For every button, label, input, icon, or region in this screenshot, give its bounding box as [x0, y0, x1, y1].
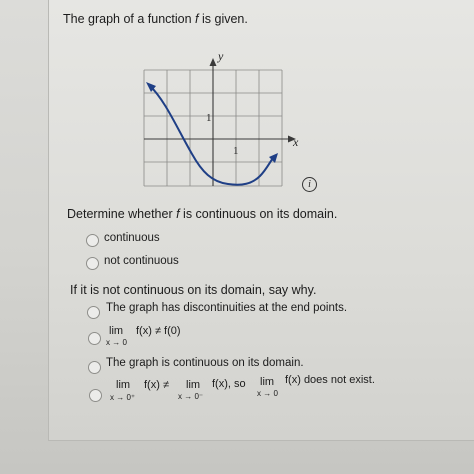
option-b-label: lim x → 0 f(x) ≠ f(0): [104, 322, 224, 352]
option-not-continuous-label: not continuous: [104, 255, 179, 267]
function-curve: [149, 85, 274, 186]
part1-prefix: Determine whether: [67, 207, 177, 221]
x-tick-label: 1: [233, 145, 239, 157]
graph-axes: [144, 64, 290, 186]
option-continuous-label: continuous: [104, 232, 160, 244]
x-axis-label: x: [292, 135, 299, 149]
part2-prompt: If it is not continuous on its domain, s…: [70, 283, 317, 297]
option-d-lim3-sub: x → 0: [257, 389, 278, 398]
part1-prompt: Determine whether f is continuous on its…: [67, 207, 337, 221]
radio-option-d[interactable]: [89, 389, 102, 402]
part1-suffix: is continuous on its domain.: [179, 207, 338, 221]
option-b-lim-sub: x → 0: [106, 338, 127, 347]
option-d-label: lim x → 0⁺ f(x) ≠ lim x → 0⁻ f(x), so li…: [104, 370, 394, 406]
option-d-lim1-sub: x → 0⁺: [110, 393, 136, 402]
option-a-label: The graph has discontinuities at the end…: [106, 302, 348, 314]
option-c-label: The graph is continuous on its domain.: [106, 357, 304, 369]
radio-continuous[interactable]: [86, 234, 99, 247]
option-d-lim1: lim: [116, 379, 131, 391]
radio-option-b[interactable]: [88, 332, 101, 345]
function-graph: y x 1 1: [130, 49, 330, 200]
radio-option-a[interactable]: [87, 306, 100, 319]
option-d-lim2-sub: x → 0⁻: [178, 392, 204, 401]
option-d-expr3: f(x) does not exist.: [285, 374, 375, 386]
option-d-lim2: lim: [186, 379, 201, 391]
y-axis-arrow: [209, 58, 217, 66]
option-d-lim3: lim: [260, 376, 275, 388]
question-prefix: The graph of a function: [63, 12, 196, 26]
question-text: The graph of a function f is given.: [63, 12, 248, 26]
question-suffix: is given.: [198, 12, 248, 26]
y-axis-label: y: [217, 50, 224, 63]
option-b-lim: lim: [109, 325, 124, 337]
screen: The graph of a function f is given. y x …: [0, 0, 474, 474]
option-b-expr: f(x) ≠ f(0): [136, 325, 181, 337]
y-tick-label: 1: [206, 112, 212, 124]
info-icon[interactable]: i: [302, 177, 317, 192]
radio-option-c[interactable]: [88, 361, 101, 374]
radio-not-continuous[interactable]: [86, 257, 99, 270]
graph-svg: y x 1 1: [143, 49, 299, 187]
option-d-expr2: f(x), so: [212, 378, 246, 390]
info-icon-glyph: i: [308, 179, 311, 190]
option-d-expr1: f(x) ≠: [144, 379, 169, 391]
